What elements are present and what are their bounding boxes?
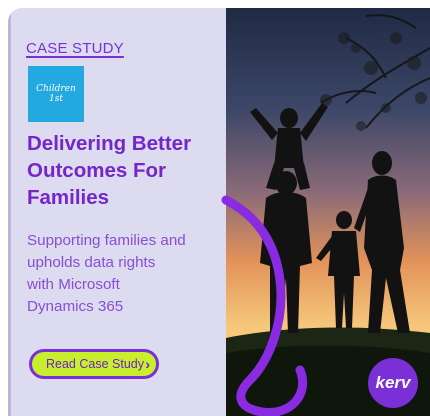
headline-line-3: Families bbox=[27, 186, 110, 209]
subtext-line-4: Dynamics 365 bbox=[27, 298, 124, 315]
panel-edge bbox=[8, 8, 11, 416]
kerv-logo-icon: kerv bbox=[368, 358, 418, 408]
case-study-link[interactable]: CASE STUDY bbox=[26, 40, 124, 57]
kerv-logo-text: kerv bbox=[375, 373, 411, 392]
logo-text: Children 1st bbox=[36, 84, 76, 104]
case-study-card: CASE STUDY Children 1st Delivering Bette… bbox=[0, 0, 430, 416]
chevron-right-icon: › bbox=[145, 356, 150, 372]
button-label: Read Case Study bbox=[46, 357, 144, 371]
subtext-line-1: Supporting families and bbox=[27, 232, 186, 249]
headline: Delivering Better Outcomes For Families bbox=[27, 130, 217, 211]
family-silhouette-image bbox=[226, 8, 430, 416]
headline-line-1: Delivering Better bbox=[27, 132, 192, 155]
family-photo bbox=[226, 8, 430, 416]
headline-line-2: Outcomes For bbox=[27, 159, 166, 182]
read-case-study-button[interactable]: Read Case Study › bbox=[29, 349, 159, 379]
subtext-line-2: upholds data rights bbox=[27, 254, 156, 271]
children-1st-logo: Children 1st bbox=[28, 66, 84, 122]
subtext-line-3: with Microsoft bbox=[27, 276, 120, 293]
subtext: Supporting families and upholds data rig… bbox=[27, 230, 217, 318]
